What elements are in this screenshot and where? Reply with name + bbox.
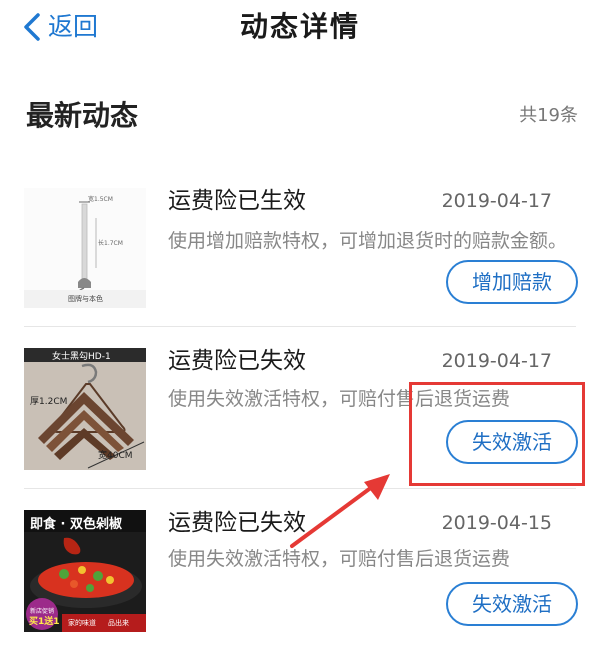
annotation-highlight-box bbox=[409, 382, 585, 486]
increase-compensation-button[interactable]: 增加赔款 bbox=[446, 260, 578, 304]
thumbnail-caption: 图牌与本色 bbox=[68, 295, 103, 303]
product-thumbnail: 女士黑勾HD-1 厚1.2CM 宽40CM bbox=[24, 348, 146, 470]
thumbnail-caption: 女士黑勾HD-1 bbox=[52, 352, 111, 362]
item-date: 2019-04-15 bbox=[441, 512, 552, 534]
divider bbox=[24, 326, 576, 327]
item-description: 使用增加赔款特权，可增加退货时的赔款金额。 bbox=[168, 230, 568, 252]
item-date: 2019-04-17 bbox=[441, 350, 552, 372]
thumbnail-caption: 即食 · 双色剁椒 bbox=[30, 517, 122, 532]
item-title: 运费险已生效 bbox=[168, 188, 306, 214]
annotation-arrow-icon bbox=[290, 474, 390, 548]
product-thumbnail: 宽1.5CM 长1.7CM 图牌与本色 bbox=[24, 188, 146, 308]
thumbnail-label: 家的味道 bbox=[68, 619, 96, 627]
page-title: 动态详情 bbox=[239, 10, 360, 43]
item-date: 2019-04-17 bbox=[441, 190, 552, 212]
item-count: 共19条 bbox=[519, 105, 578, 126]
thumbnail-label: 宽40CM bbox=[98, 451, 133, 461]
thumbnail-label: 品出来 bbox=[108, 619, 129, 627]
section-title: 最新动态 bbox=[26, 99, 139, 132]
item-title: 运费险已失效 bbox=[168, 348, 306, 374]
section-header: 最新动态 共19条 bbox=[26, 96, 578, 136]
thumbnail-label: 长1.7CM bbox=[98, 240, 123, 247]
thumbnail-label: 厚1.2CM bbox=[30, 397, 68, 407]
navigation-bar: 返回 动态详情 bbox=[0, 0, 600, 56]
thumbnail-label: 宽1.5CM bbox=[88, 196, 113, 203]
product-thumbnail: 即食 · 双色剁椒 新店促销 买1送1 家的味道 品出来 bbox=[24, 510, 146, 632]
thumbnail-label: 买1送1 bbox=[29, 617, 60, 627]
reactivate-button[interactable]: 失效激活 bbox=[446, 582, 578, 626]
list-item[interactable]: 宽1.5CM 长1.7CM 图牌与本色 运费险已生效 2019-04-17 使用… bbox=[0, 170, 600, 320]
